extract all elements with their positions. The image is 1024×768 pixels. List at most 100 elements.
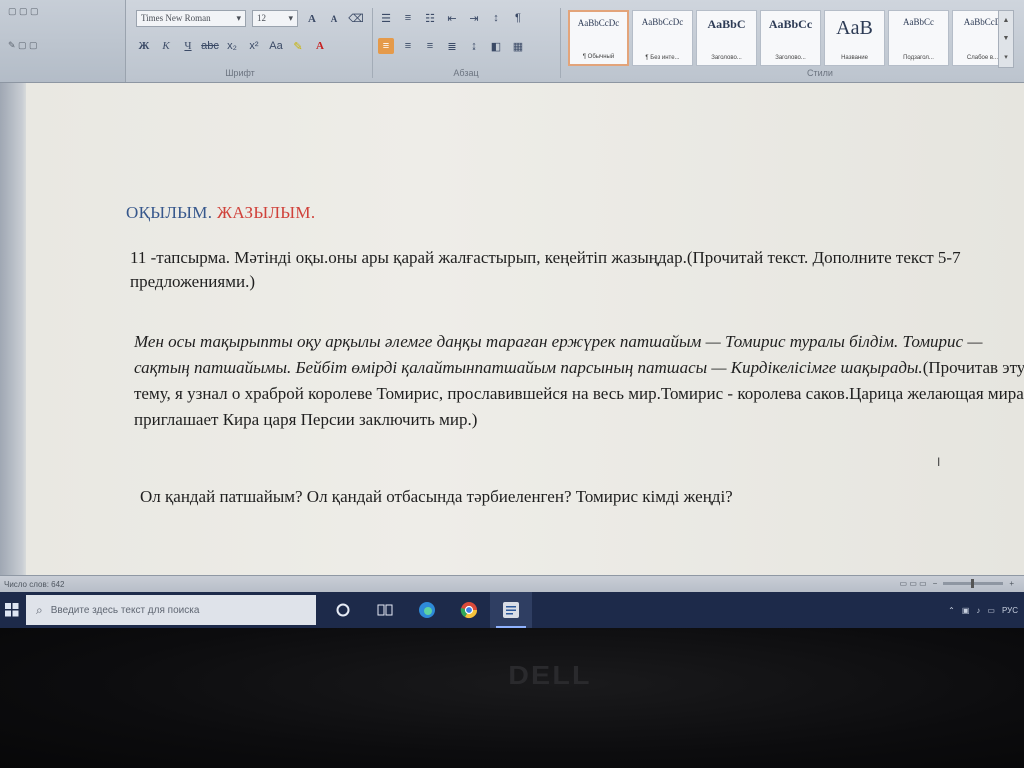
increase-indent-icon[interactable]: ⇥ (466, 10, 482, 26)
language-indicator[interactable]: РУС (1002, 606, 1018, 615)
paragraph-controls-row2: ≡ ≡ ≡ ≣ ↨ ◧ ▦ (378, 38, 526, 54)
word-app-icon[interactable] (490, 592, 532, 628)
style-tile[interactable]: AaB Название (824, 10, 885, 66)
line-spacing-icon[interactable]: ↨ (466, 38, 482, 54)
style-tile[interactable]: AaBbC Заголово... (696, 10, 757, 66)
shading-icon[interactable]: ◧ (488, 38, 504, 54)
document-area: ОҚЫЛЫМ. ЖАЗЫЛЫМ. 11 -тапсырма. Мәтінді о… (0, 83, 1024, 575)
style-tile[interactable]: AaBbCc Подзагол... (888, 10, 949, 66)
bullets-icon[interactable]: ☰ (378, 10, 394, 26)
font-group-label: Шрифт (225, 68, 255, 78)
search-icon: ⌕ (36, 602, 43, 617)
borders-icon[interactable]: ▦ (510, 38, 526, 54)
style-name: Слабое в... (966, 55, 999, 61)
story-kazakh-text: Мен осы тақырыпты оқу арқылы әлемге даңқ… (134, 332, 983, 377)
heading-writing: ЖАЗЫЛЫМ. (216, 203, 316, 222)
justify-icon[interactable]: ≣ (444, 38, 460, 54)
story-paragraph: Мен осы тақырыпты оқу арқылы әлемге даңқ… (134, 329, 1024, 433)
style-name: ¶ Без инте... (645, 55, 680, 61)
align-center-icon[interactable]: ≡ (400, 38, 416, 54)
zoom-out-icon[interactable]: − (933, 579, 938, 588)
chevron-up-icon[interactable]: ▲ (1003, 17, 1010, 24)
zoom-thumb[interactable] (971, 579, 975, 588)
highlight-icon[interactable]: ✎ (290, 38, 306, 54)
style-preview: AaBbCc (903, 17, 934, 27)
font-size-value: 12 (257, 13, 266, 23)
show-marks-icon[interactable]: ¶ (510, 10, 526, 26)
numbering-icon[interactable]: ≡ (400, 10, 416, 26)
task-view-icon[interactable] (364, 592, 406, 628)
zoom-in-icon[interactable]: + (1009, 579, 1014, 588)
style-name: Подзагол... (903, 55, 934, 61)
edge-logo-icon (419, 602, 435, 618)
style-preview: AaBbCcDc (641, 17, 684, 27)
clear-format-icon[interactable]: ⌫ (348, 11, 364, 27)
paragraph-controls-row1: ☰ ≡ ☷ ⇤ ⇥ ↕ ¶ (378, 10, 526, 26)
task-paragraph: 11 -тапсырма. Мәтінді оқы.оны ары қарай … (130, 248, 961, 291)
align-right-icon[interactable]: ≡ (422, 38, 438, 54)
taskbar-search-box[interactable]: ⌕ Введите здесь текст для поиска (26, 595, 316, 625)
font-color-icon[interactable]: A (312, 38, 328, 54)
group-separator (372, 8, 373, 78)
styles-gallery: AaBbCcDc ¶ Обычный AaBbCcDc ¶ Без инте... Aa… (568, 10, 1013, 66)
zoom-slider[interactable] (943, 579, 1004, 588)
cortana-icon[interactable] (322, 592, 364, 628)
chevron-down-icon[interactable]: ▼ (1003, 35, 1010, 42)
battery-icon[interactable]: ▭ (987, 606, 995, 615)
word-count[interactable]: Число слов: 642 (4, 580, 64, 589)
style-preview: AaBbCcD (963, 17, 1002, 27)
bold-button[interactable]: Ж (136, 38, 152, 54)
chevron-up-icon[interactable]: ⌃ (948, 606, 955, 615)
change-case-button[interactable]: Aa (268, 38, 284, 54)
style-tile[interactable]: AaBbCcDc ¶ Обычный (568, 10, 629, 66)
system-tray: ⌃ ▣ ♪ ▭ РУС (948, 592, 1018, 628)
italic-button[interactable]: К (158, 38, 174, 54)
styles-group-label: Стили (807, 68, 833, 78)
view-mode-icons[interactable]: ▭ ▭ ▭ (900, 579, 927, 588)
document-heading: ОҚЫЛЫМ. ЖАЗЫЛЫМ. (126, 203, 315, 223)
status-bar: Число слов: 642 ▭ ▭ ▭ − + (0, 575, 1024, 593)
more-icon[interactable]: ▾ (1004, 53, 1008, 61)
laptop-bezel (0, 628, 1024, 768)
document-page[interactable]: ОҚЫЛЫМ. ЖАЗЫЛЫМ. 11 -тапсырма. Мәтінді о… (26, 83, 1024, 575)
windows-start-button[interactable] (0, 592, 24, 628)
subscript-button[interactable]: x₂ (224, 38, 240, 54)
shrink-font-button[interactable]: A (326, 11, 342, 27)
font-name-value: Times New Roman (141, 13, 211, 23)
circle-icon (336, 603, 350, 617)
grow-font-button[interactable]: A (304, 11, 320, 27)
font-name-select[interactable]: Times New Roman ▾ (136, 10, 246, 27)
view-controls: ▭ ▭ ▭ − + (900, 579, 1014, 588)
group-separator (560, 8, 561, 78)
chevron-down-icon: ▾ (288, 13, 293, 23)
style-name: Название (841, 55, 868, 61)
style-tile[interactable]: AaBbCcDc ¶ Без инте... (632, 10, 693, 66)
multilevel-list-icon[interactable]: ☷ (422, 10, 438, 26)
superscript-button[interactable]: x² (246, 38, 262, 54)
edge-browser-icon[interactable] (406, 592, 448, 628)
style-tile[interactable]: AaBbCc Заголово... (760, 10, 821, 66)
sort-icon[interactable]: ↕ (488, 10, 504, 26)
taskbar: ⌕ Введите здесь текст для поиска ⌃ ▣ ♪ ▭ (0, 592, 1024, 628)
strikethrough-button[interactable]: abc (201, 38, 219, 54)
font-controls-row2: Ж К Ч abc x₂ x² Aa ✎ A (136, 38, 328, 54)
search-placeholder: Введите здесь текст для поиска (50, 604, 200, 616)
font-size-select[interactable]: 12 ▾ (252, 10, 298, 27)
heading-reading: ОҚЫЛЫМ. (126, 203, 213, 222)
align-left-icon[interactable]: ≡ (378, 38, 394, 54)
format-painter-row[interactable]: ✎ ▢ ▢ (8, 40, 38, 51)
style-preview: AaB (836, 17, 873, 39)
task-view-glyph-icon (377, 604, 393, 616)
clipboard-row[interactable]: ▢ ▢ ▢ (8, 6, 39, 17)
style-name: Заголово... (775, 55, 806, 61)
network-icon[interactable]: ▣ (962, 606, 970, 615)
word-logo-icon (503, 602, 519, 618)
styles-scroll[interactable]: ▲ ▼ ▾ (998, 10, 1014, 68)
windows-logo-icon (5, 603, 19, 617)
clipboard-group: ▢ ▢ ▢ ✎ ▢ ▢ (0, 0, 126, 82)
chrome-browser-icon[interactable] (448, 592, 490, 628)
volume-icon[interactable]: ♪ (976, 606, 980, 615)
decrease-indent-icon[interactable]: ⇤ (444, 10, 460, 26)
style-name: ¶ Обычный (582, 54, 615, 60)
underline-button[interactable]: Ч (180, 38, 196, 54)
